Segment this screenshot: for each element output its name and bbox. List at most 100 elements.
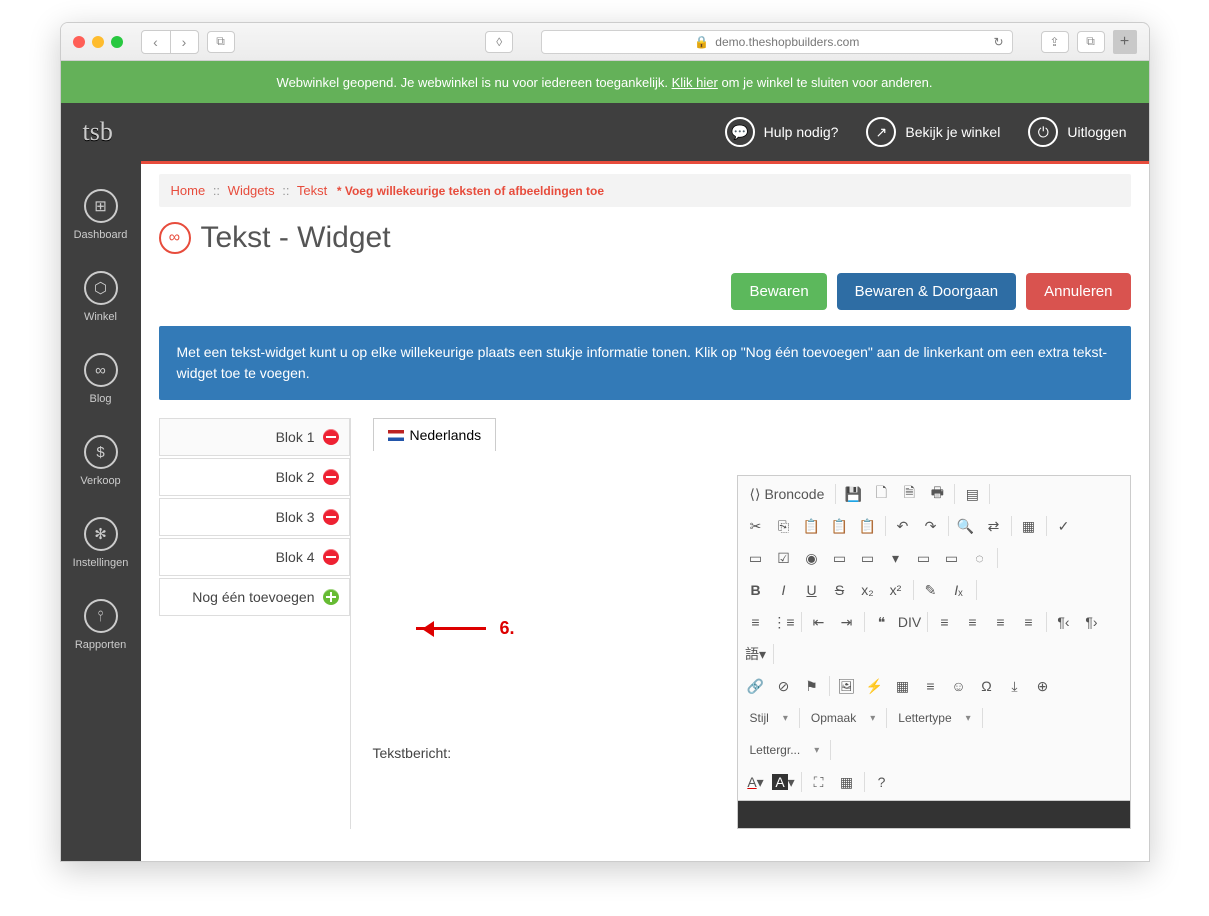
paste-text-icon[interactable]: 📋 [826,512,854,540]
copy-icon[interactable]: ⎘ [770,512,798,540]
replace-icon[interactable]: ⇄ [980,512,1008,540]
cancel-button[interactable]: Annuleren [1026,273,1130,310]
sidebar-item-dashboard[interactable]: ⊞Dashboard [61,189,141,241]
maximize-icon[interactable]: ⛶ [805,768,833,796]
rtl-icon[interactable]: ¶› [1078,608,1106,636]
smiley-icon[interactable]: ☺ [945,672,973,700]
paste-icon[interactable]: 📋 [798,512,826,540]
block-item-2[interactable]: Blok 2 [159,458,350,496]
strike-icon[interactable]: S [826,576,854,604]
selectall-icon[interactable]: ▦ [1015,512,1043,540]
paste-word-icon[interactable]: 📋 [854,512,882,540]
div-icon[interactable]: DIV [896,608,924,636]
reload-icon[interactable]: ↻ [993,35,1003,49]
textcolor-icon[interactable]: A▾ [742,768,770,796]
style-select[interactable]: Stijl [742,704,796,732]
block-item-1[interactable]: Blok 1 [159,418,350,456]
italic-icon[interactable]: I [770,576,798,604]
help-link[interactable]: 💬 Hulp nodig? [725,117,839,147]
editor-body[interactable] [737,801,1131,829]
iframe-icon[interactable]: ⊕ [1029,672,1057,700]
newpage-icon[interactable]: 🗋 [867,480,895,508]
logout-link[interactable]: ⏻ Uitloggen [1028,117,1126,147]
plus-icon[interactable] [323,589,339,605]
spellcheck-icon[interactable]: ✓ [1050,512,1078,540]
crumb-tekst[interactable]: Tekst [297,183,327,198]
templates-icon[interactable]: ▤ [958,480,986,508]
share-button[interactable]: ⇪ [1041,31,1069,53]
add-block-button[interactable]: Nog één toevoegen [159,578,350,616]
hr-icon[interactable]: ≡ [917,672,945,700]
banner-link[interactable]: Klik hier [672,75,718,90]
delete-icon[interactable] [323,469,339,485]
align-right-icon[interactable]: ≡ [987,608,1015,636]
radio-icon[interactable]: ◉ [798,544,826,572]
window-close-icon[interactable] [73,36,85,48]
redo-icon[interactable]: ↷ [917,512,945,540]
anchor-icon[interactable]: ⚑ [798,672,826,700]
quote-icon[interactable]: ❝ [868,608,896,636]
source-button[interactable]: ⟨⟩Broncode [742,480,833,508]
outdent-icon[interactable]: ⇤ [805,608,833,636]
sidebar-toggle-button[interactable]: ⧉ [207,31,235,53]
unlink-icon[interactable]: ⊘ [770,672,798,700]
crumb-widgets[interactable]: Widgets [228,183,275,198]
view-shop-link[interactable]: ↗ Bekijk je winkel [866,117,1000,147]
bulllist-icon[interactable]: ⋮≡ [770,608,798,636]
align-center-icon[interactable]: ≡ [959,608,987,636]
link-icon[interactable]: 🔗 [742,672,770,700]
subscript-icon[interactable]: x₂ [854,576,882,604]
find-icon[interactable]: 🔍 [952,512,980,540]
select-icon[interactable]: ▾ [882,544,910,572]
print-icon[interactable]: 🖶 [923,480,951,508]
save-continue-button[interactable]: Bewaren & Doorgaan [837,273,1016,310]
block-item-4[interactable]: Blok 4 [159,538,350,576]
sidebar-item-verkoop[interactable]: $Verkoop [61,435,141,487]
checkbox-icon[interactable]: ☑ [770,544,798,572]
specialchar-icon[interactable]: Ω [973,672,1001,700]
delete-icon[interactable] [323,429,339,445]
imagebutton-icon[interactable]: ▭ [938,544,966,572]
preview-icon[interactable]: 🗎 [895,480,923,508]
textarea-icon[interactable]: ▭ [854,544,882,572]
numlist-icon[interactable]: ≡ [742,608,770,636]
back-button[interactable]: ‹ [142,31,170,53]
window-minimize-icon[interactable] [92,36,104,48]
sidebar-item-rapporten[interactable]: ⫯Rapporten [61,599,141,651]
format-select[interactable]: Opmaak [803,704,883,732]
save-icon[interactable]: 💾 [839,480,867,508]
pagebreak-icon[interactable]: ⤓ [1001,672,1029,700]
superscript-icon[interactable]: x² [882,576,910,604]
image-icon[interactable]: 🖼 [833,672,861,700]
cut-icon[interactable]: ✂ [742,512,770,540]
sidebar-item-blog[interactable]: ∞Blog [61,353,141,405]
undo-icon[interactable]: ↶ [889,512,917,540]
underline-icon[interactable]: U [798,576,826,604]
language-icon[interactable]: 語▾ [742,640,770,668]
delete-icon[interactable] [323,509,339,525]
help-icon[interactable]: ? [868,768,896,796]
crumb-home[interactable]: Home [171,183,206,198]
rich-text-editor[interactable]: ⟨⟩Broncode 💾 🗋 🗎 🖶 ▤ ✂ ⎘ [737,475,1131,829]
forward-button[interactable]: › [170,31,198,53]
flash-icon[interactable]: ⚡ [861,672,889,700]
lang-tab-nl[interactable]: Nederlands [373,418,497,451]
delete-icon[interactable] [323,549,339,565]
ltr-icon[interactable]: ¶‹ [1050,608,1078,636]
block-item-3[interactable]: Blok 3 [159,498,350,536]
new-tab-button[interactable]: + [1113,30,1137,54]
form-icon[interactable]: ▭ [742,544,770,572]
sidebar-item-winkel[interactable]: ⬡Winkel [61,271,141,323]
address-bar[interactable]: 🔒 demo.theshopbuilders.com ↻ [541,30,1012,54]
font-select[interactable]: Lettertype [890,704,978,732]
table-icon[interactable]: ▦ [889,672,917,700]
shield-icon[interactable]: ◊ [485,31,513,53]
showblocks-icon[interactable]: ▦ [833,768,861,796]
removeformat-icon[interactable]: ✎ [917,576,945,604]
hidden-icon[interactable]: ◌ [966,544,994,572]
size-select[interactable]: Lettergr... [742,736,828,764]
sidebar-item-instellingen[interactable]: ✻Instellingen [61,517,141,569]
align-left-icon[interactable]: ≡ [931,608,959,636]
indent-icon[interactable]: ⇥ [833,608,861,636]
save-button[interactable]: Bewaren [731,273,826,310]
